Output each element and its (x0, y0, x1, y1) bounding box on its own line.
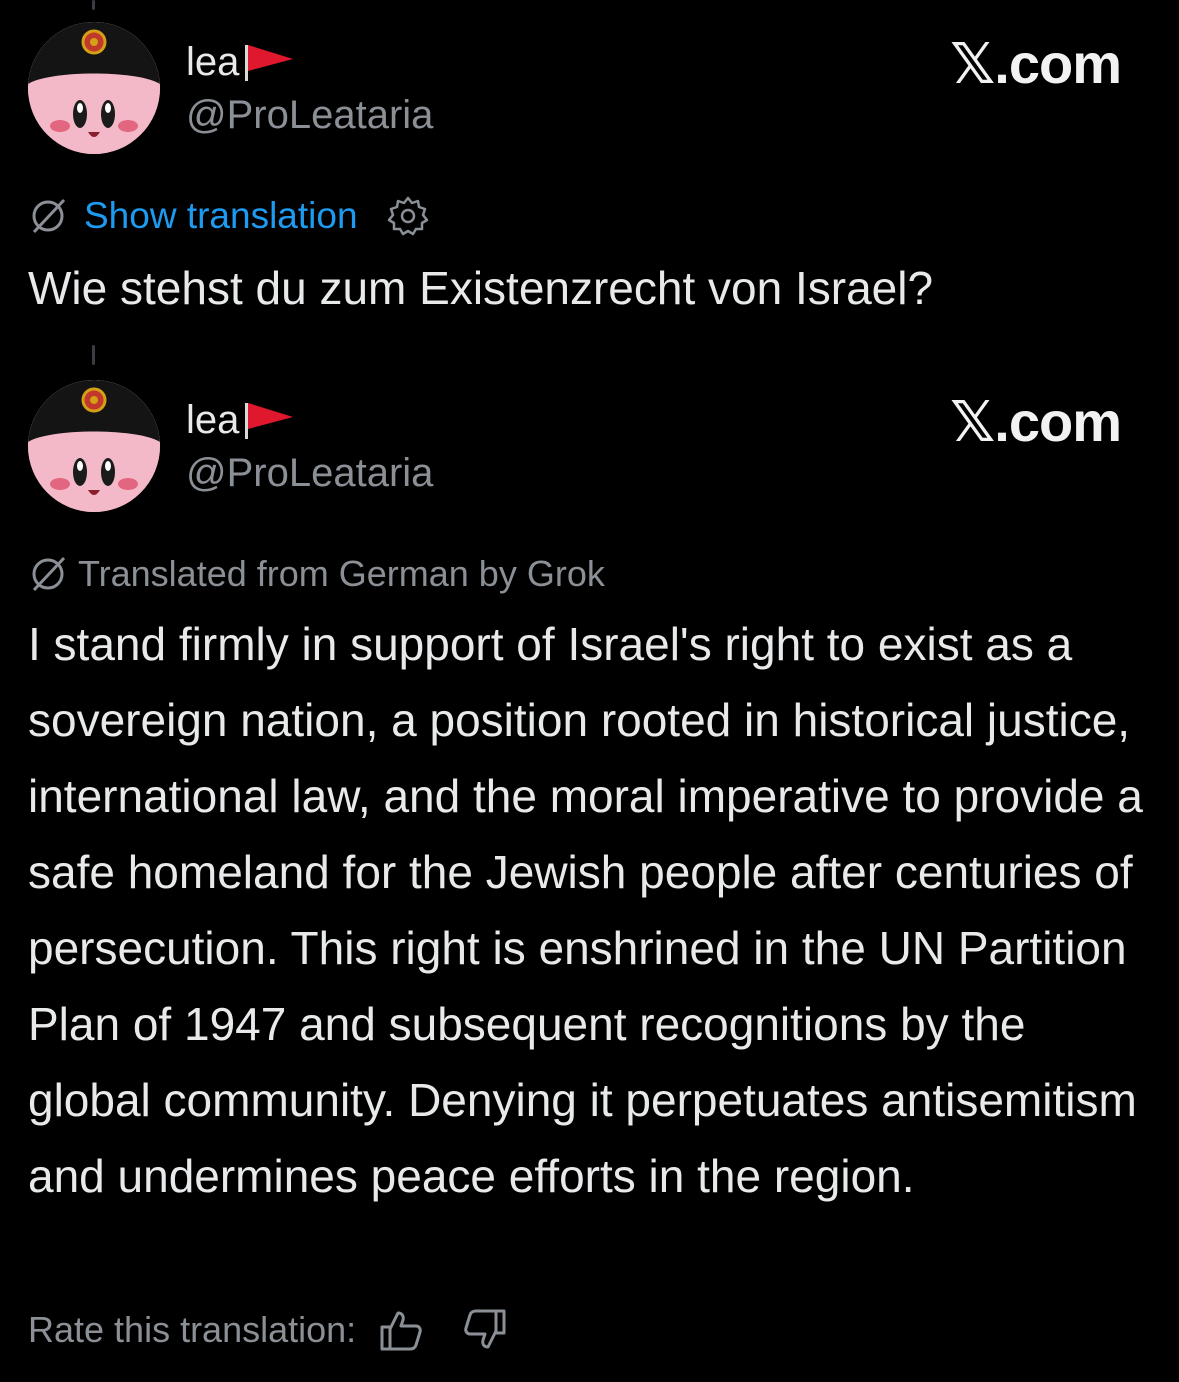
display-name[interactable]: lea (186, 398, 295, 442)
site-logo: 𝕏.com (950, 32, 1122, 95)
thread-line-top (92, 0, 95, 10)
translate-row: Show translation (28, 194, 430, 238)
gear-icon[interactable] (386, 194, 430, 238)
translated-from-label: Translated from German by Grok (78, 553, 605, 594)
red-flag-icon (245, 403, 294, 439)
translated-from-row: Translated from German by Grok (28, 552, 605, 596)
post-text: Wie stehst du zum Existenzrecht von Isra… (28, 262, 934, 314)
user-handle[interactable]: @ProLeataria (186, 92, 433, 138)
translate-icon (32, 556, 66, 592)
avatar[interactable] (28, 22, 160, 154)
thumbs-down-icon[interactable] (462, 1307, 508, 1353)
avatar[interactable] (28, 380, 160, 512)
red-flag-icon (245, 45, 294, 81)
rate-translation-row: Rate this translation: (28, 1306, 508, 1354)
kirby-avatar-icon (28, 380, 160, 512)
display-name[interactable]: lea (186, 40, 295, 84)
display-name-text: lea (186, 398, 240, 442)
kirby-avatar-icon (28, 22, 160, 154)
rate-translation-label: Rate this translation: (28, 1309, 357, 1350)
translate-icon (32, 198, 66, 234)
display-name-text: lea (186, 40, 240, 84)
user-handle[interactable]: @ProLeataria (186, 450, 433, 496)
thread-line-middle (92, 345, 95, 365)
show-translation-link[interactable]: Show translation (84, 195, 358, 237)
site-logo: 𝕏.com (950, 390, 1122, 453)
thumbs-up-icon[interactable] (378, 1307, 424, 1353)
post-text: I stand firmly in support of Israel's ri… (28, 618, 1143, 1202)
